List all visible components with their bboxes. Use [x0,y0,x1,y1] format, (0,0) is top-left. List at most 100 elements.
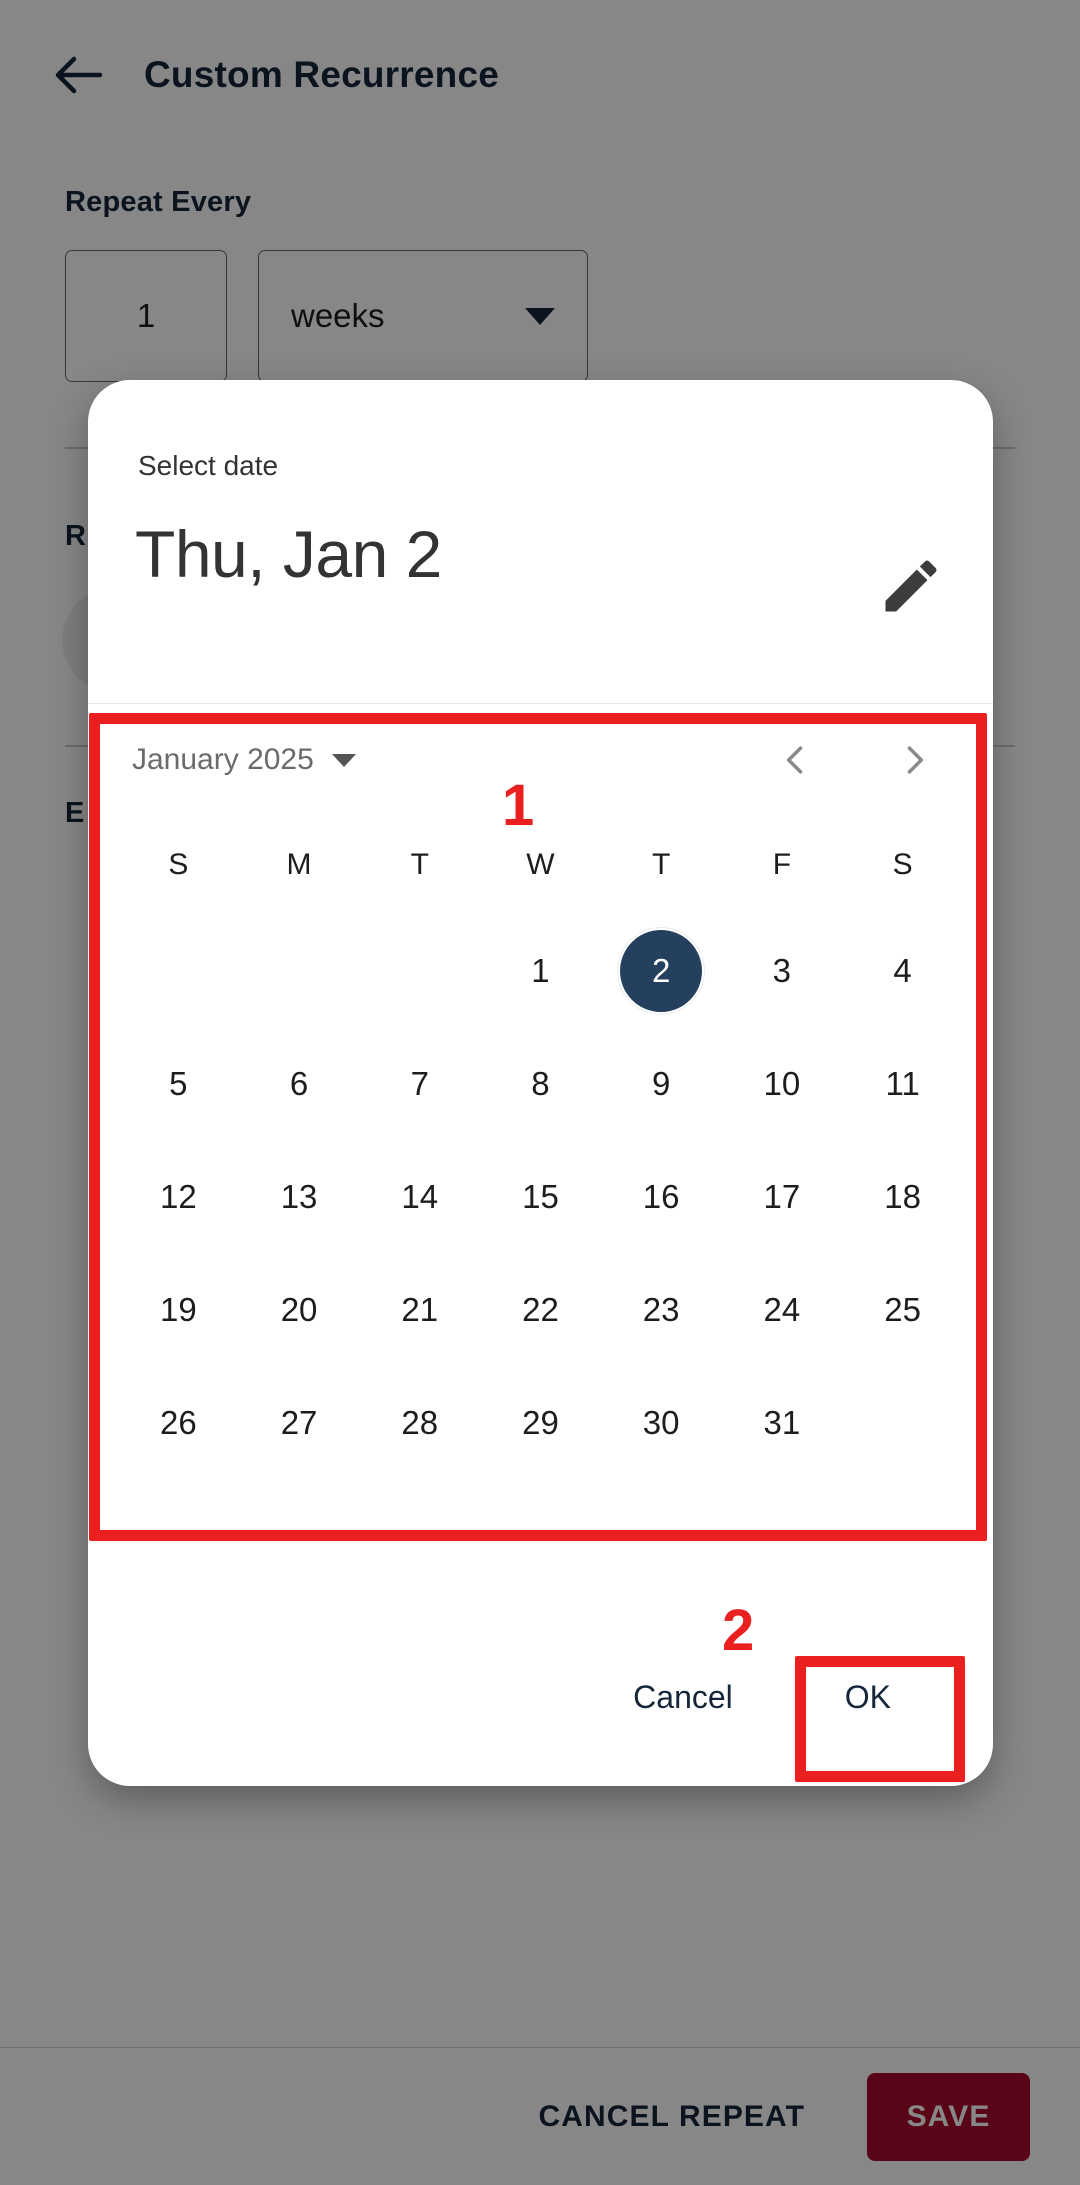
month-year-dropdown[interactable]: January 2025 [126,733,362,787]
calendar-day[interactable]: 3 [741,930,823,1012]
calendar-cell[interactable]: 27 [239,1366,360,1479]
calendar-cell[interactable]: 26 [118,1366,239,1479]
calendar-cell[interactable]: 19 [118,1253,239,1366]
calendar-day[interactable]: 9 [620,1043,702,1125]
chevron-left-icon[interactable] [759,724,831,796]
calendar-day-empty [862,1382,944,1464]
calendar-day[interactable]: 31 [741,1382,823,1464]
calendar-day-selected[interactable]: 2 [620,929,703,1012]
weekday-header-row: S M T W T F S [118,816,963,914]
weekday-label: F [772,848,792,881]
calendar-cell[interactable]: 17 [722,1140,843,1253]
month-navigation-row: January 2025 [118,704,963,816]
calendar-body: January 2025 S M T W T F S 1 2 3 4 5 6 7… [88,704,993,1479]
calendar-day[interactable]: 25 [862,1269,944,1351]
calendar-day[interactable]: 4 [862,930,944,1012]
chevron-right-icon[interactable] [879,724,951,796]
calendar-day[interactable]: 22 [499,1269,581,1351]
calendar-week-row: 1234 [118,914,963,1027]
calendar-weeks: 1 2 3 4 5 6 7 8 9 10 11 12 13 14 15 16 17 18 19 20 21 22 23 24 2… [118,914,963,1479]
calendar-cell[interactable]: 1 [480,914,601,1027]
date-picker-dialog: Select date Thu, Jan 2 January 2025 S M … [88,380,993,1786]
calendar-cell[interactable]: 7 [359,1027,480,1140]
weekday-label: S [168,848,189,881]
weekday-label: M [286,848,312,881]
calendar-grid: S M T W T F S 1 2 3 4 5 6 7 8 9 10 11 12 13 14 15 16 17 1… [118,816,963,1479]
calendar-cell[interactable]: 13 [239,1140,360,1253]
calendar-day[interactable]: 26 [137,1382,219,1464]
weekday-label: S [892,848,913,881]
calendar-day[interactable]: 12 [137,1156,219,1238]
calendar-cell[interactable]: 30 [601,1366,722,1479]
calendar-day[interactable]: 11 [862,1043,944,1125]
calendar-day[interactable]: 14 [379,1156,461,1238]
calendar-week-row: 19 20 21 22 23 24 25 [118,1253,963,1366]
calendar-cell[interactable]: 21 [359,1253,480,1366]
calendar-cell[interactable]: 14 [359,1140,480,1253]
calendar-day[interactable]: 19 [137,1269,219,1351]
calendar-cell[interactable]: 20 [239,1253,360,1366]
calendar-day[interactable]: 7 [379,1043,461,1125]
calendar-day-empty [137,930,219,1012]
calendar-cell[interactable]: 10 [722,1027,843,1140]
calendar-cell[interactable]: 12 [118,1140,239,1253]
calendar-cell[interactable]: 25 [842,1253,963,1366]
calendar-cell[interactable]: 18 [842,1140,963,1253]
calendar-week-row: 26 27 28 29 30 31 [118,1366,963,1479]
pencil-icon[interactable] [877,552,945,620]
ok-button[interactable]: OK [819,1659,917,1736]
calendar-cell[interactable]: 6 [239,1027,360,1140]
calendar-day[interactable]: 27 [258,1382,340,1464]
calendar-day[interactable]: 24 [741,1269,823,1351]
month-year-label: January 2025 [132,743,314,776]
calendar-cell [842,1366,963,1479]
calendar-day[interactable]: 15 [499,1156,581,1238]
calendar-cell[interactable]: 24 [722,1253,843,1366]
calendar-day-empty [258,930,340,1012]
weekday-label: T [410,848,429,881]
calendar-day-empty [379,930,461,1012]
calendar-day[interactable]: 17 [741,1156,823,1238]
calendar-cell[interactable]: 22 [480,1253,601,1366]
calendar-day[interactable]: 10 [741,1043,823,1125]
calendar-cell[interactable]: 8 [480,1027,601,1140]
calendar-cell[interactable]: 31 [722,1366,843,1479]
calendar-cell [118,914,239,1027]
calendar-day[interactable]: 6 [258,1043,340,1125]
calendar-cell[interactable]: 23 [601,1253,722,1366]
calendar-day[interactable]: 5 [137,1043,219,1125]
calendar-day[interactable]: 1 [499,930,581,1012]
selected-date-headline: Thu, Jan 2 [135,517,442,591]
calendar-cell[interactable]: 9 [601,1027,722,1140]
calendar-cell[interactable]: 28 [359,1366,480,1479]
weekday-label: W [526,848,555,881]
calendar-day[interactable]: 8 [499,1043,581,1125]
calendar-cell[interactable]: 15 [480,1140,601,1253]
calendar-day[interactable]: 29 [499,1382,581,1464]
calendar-day[interactable]: 20 [258,1269,340,1351]
weekday-label: T [652,848,671,881]
calendar-day[interactable]: 21 [379,1269,461,1351]
calendar-cell[interactable]: 4 [842,914,963,1027]
calendar-cell[interactable]: 16 [601,1140,722,1253]
calendar-cell[interactable]: 2 [601,914,722,1027]
chevron-down-icon [331,753,356,767]
calendar-day[interactable]: 23 [620,1269,702,1351]
dialog-supporting-text: Select date [138,450,279,481]
dialog-headline: Select date Thu, Jan 2 [88,380,993,704]
calendar-day[interactable]: 13 [258,1156,340,1238]
calendar-day[interactable]: 18 [862,1156,944,1238]
calendar-week-row: 5 6 7 8 9 10 11 [118,1027,963,1140]
calendar-day[interactable]: 16 [620,1156,702,1238]
calendar-cell [359,914,480,1027]
calendar-cell[interactable]: 29 [480,1366,601,1479]
calendar-cell[interactable]: 11 [842,1027,963,1140]
calendar-cell[interactable]: 5 [118,1027,239,1140]
calendar-cell[interactable]: 3 [722,914,843,1027]
dialog-action-row: Cancel OK [88,1608,993,1786]
calendar-day[interactable]: 30 [620,1382,702,1464]
cancel-button[interactable]: Cancel [607,1659,759,1736]
calendar-week-row: 12 13 14 15 16 17 18 [118,1140,963,1253]
calendar-cell [239,914,360,1027]
calendar-day[interactable]: 28 [379,1382,461,1464]
